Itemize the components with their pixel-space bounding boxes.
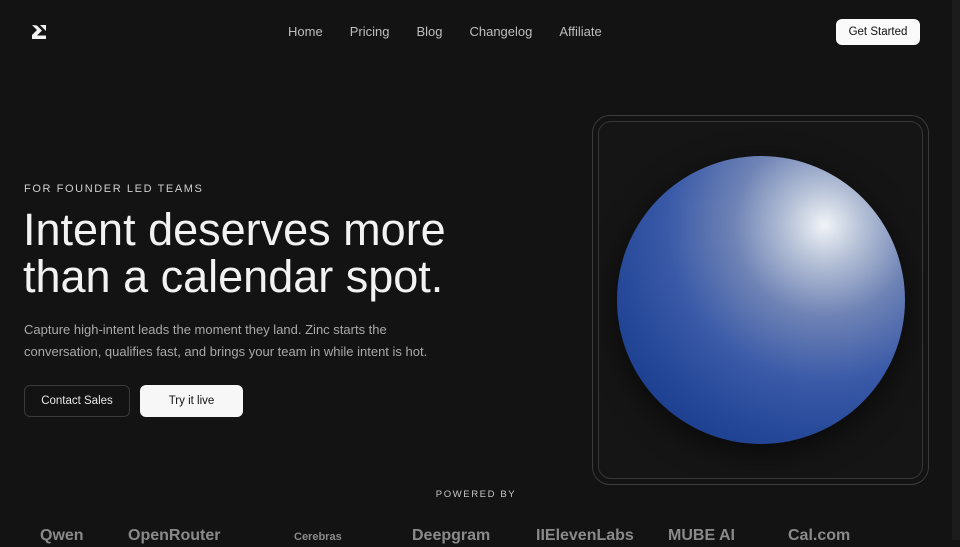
powered-by-label: POWERED BY <box>435 489 517 500</box>
nav-link-changelog[interactable]: Changelog <box>469 23 532 41</box>
logo-qwen: Qwen <box>40 527 84 544</box>
logo-cerebras: Cerebras <box>294 531 342 543</box>
nav-link-home[interactable]: Home <box>288 23 323 41</box>
zinc-logo-icon[interactable] <box>30 24 48 40</box>
hero-visual-inner <box>598 121 923 479</box>
main-nav: Home Pricing Blog Changelog Affiliate <box>288 23 629 41</box>
get-started-button[interactable]: Get Started <box>836 19 920 45</box>
logo-cal-com: Cal.com <box>788 527 851 544</box>
logo-deepgram: Deepgram <box>412 527 491 544</box>
hero-headline: Intent deserves more than a calendar spo… <box>23 206 503 300</box>
hero-eyebrow: FOR FOUNDER LED TEAMS <box>24 183 204 195</box>
nav-link-affiliate[interactable]: Affiliate <box>559 23 601 41</box>
partner-logo-strip: Qwen OpenRouter Cerebras Deepgram IIElev… <box>0 527 952 547</box>
logo-openrouter: OpenRouter <box>128 527 221 544</box>
hero-subtitle: Capture high-intent leads the moment the… <box>24 322 428 359</box>
contact-sales-button[interactable]: Contact Sales <box>24 385 130 417</box>
try-it-live-button[interactable]: Try it live <box>140 385 243 417</box>
blue-sphere-graphic <box>617 156 905 444</box>
logo-mube-ai: MUBE AI <box>668 527 735 544</box>
headline-line-1: Intent deserves more <box>23 204 446 255</box>
hero-visual-card <box>592 115 929 485</box>
page-scrollbar[interactable] <box>952 0 960 540</box>
logo-elevenlabs: IIElevenLabs <box>536 527 634 544</box>
nav-link-blog[interactable]: Blog <box>416 23 442 41</box>
headline-line-2: than a calendar spot. <box>23 251 444 302</box>
nav-link-pricing[interactable]: Pricing <box>350 23 390 41</box>
